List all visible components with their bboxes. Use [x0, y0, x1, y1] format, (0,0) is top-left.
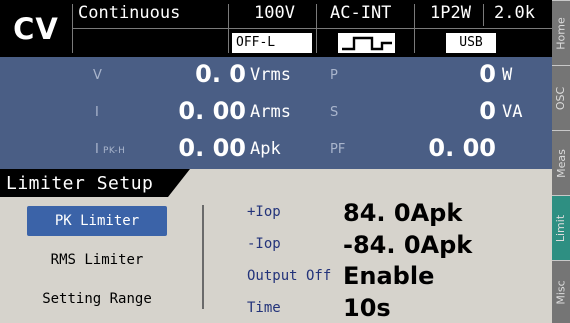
- time-value[interactable]: 10s: [343, 294, 391, 322]
- tab-meas[interactable]: Meas: [552, 130, 570, 195]
- frequency-range-text: 2.0k: [494, 3, 535, 23]
- minus-iop-label: -Iop: [247, 236, 281, 252]
- tab-osc-label: OSC: [554, 86, 568, 110]
- voltage-label: V: [93, 68, 102, 83]
- output-state-label: OFF-L: [232, 33, 312, 53]
- current-label: I: [95, 105, 99, 120]
- setting-range-button[interactable]: Setting Range: [20, 284, 174, 314]
- mode-badge: CV: [13, 11, 59, 46]
- output-off-value[interactable]: Enable: [343, 262, 434, 290]
- rms-limiter-button[interactable]: RMS Limiter: [27, 245, 167, 275]
- tab-misc-label: Misc: [554, 279, 568, 305]
- current-value: 0. 00: [178, 97, 246, 125]
- power-factor-label: PF: [330, 142, 346, 157]
- tab-home[interactable]: Home: [552, 0, 570, 65]
- minus-iop-value[interactable]: -84. 0Apk: [343, 231, 472, 259]
- peak-current-unit: Apk: [250, 139, 281, 159]
- status-bar: CV Continuous 100V OFF-L AC-INT 1P2W 2.0…: [0, 0, 552, 57]
- tab-limit[interactable]: Limit: [552, 195, 570, 260]
- power-value: 0: [479, 60, 496, 88]
- tab-misc[interactable]: Misc: [552, 260, 570, 323]
- divider: [414, 4, 415, 53]
- output-off-label: Output Off: [247, 268, 332, 284]
- tab-limit-label: Limit: [554, 214, 568, 242]
- apparent-power-unit: VA: [502, 102, 523, 122]
- power-label: P: [330, 68, 338, 83]
- voltage-range-text: 100V: [254, 3, 295, 23]
- apparent-power-label: S: [330, 105, 339, 120]
- voltage-unit: Vrms: [250, 65, 291, 85]
- voltage-value: 0. 0: [195, 60, 246, 88]
- page-title: Limiter Setup: [6, 173, 154, 194]
- current-unit: Arms: [250, 102, 291, 122]
- tab-osc[interactable]: OSC: [552, 65, 570, 130]
- peak-current-value: 0. 00: [178, 134, 246, 162]
- divider: [72, 28, 552, 29]
- operation-mode-text: Continuous: [78, 3, 181, 23]
- usb-interface-label: USB: [446, 33, 496, 53]
- square-wave-icon: [338, 33, 395, 53]
- divider: [228, 4, 229, 53]
- power-unit: W: [502, 65, 513, 85]
- wiring-text: 1P2W: [430, 3, 471, 23]
- measurement-panel: V 0. 0 Vrms P 0 W I 0. 00 Arms S 0 VA I …: [0, 57, 552, 169]
- divider: [316, 4, 317, 53]
- peak-current-label: I PK-H: [95, 142, 126, 157]
- plus-iop-value[interactable]: 84. 0Apk: [343, 199, 462, 227]
- power-factor-value: 0. 00: [428, 134, 496, 162]
- tab-meas-label: Meas: [554, 148, 568, 178]
- time-label: Time: [247, 300, 281, 316]
- header-fill: [160, 169, 552, 197]
- tab-home-label: Home: [554, 16, 568, 50]
- signal-source-text: AC-INT: [330, 3, 392, 23]
- divider: [483, 4, 484, 26]
- pk-limiter-button[interactable]: PK Limiter: [27, 206, 167, 236]
- divider: [202, 205, 204, 309]
- apparent-power-value: 0: [479, 97, 496, 125]
- plus-iop-label: +Iop: [247, 204, 281, 220]
